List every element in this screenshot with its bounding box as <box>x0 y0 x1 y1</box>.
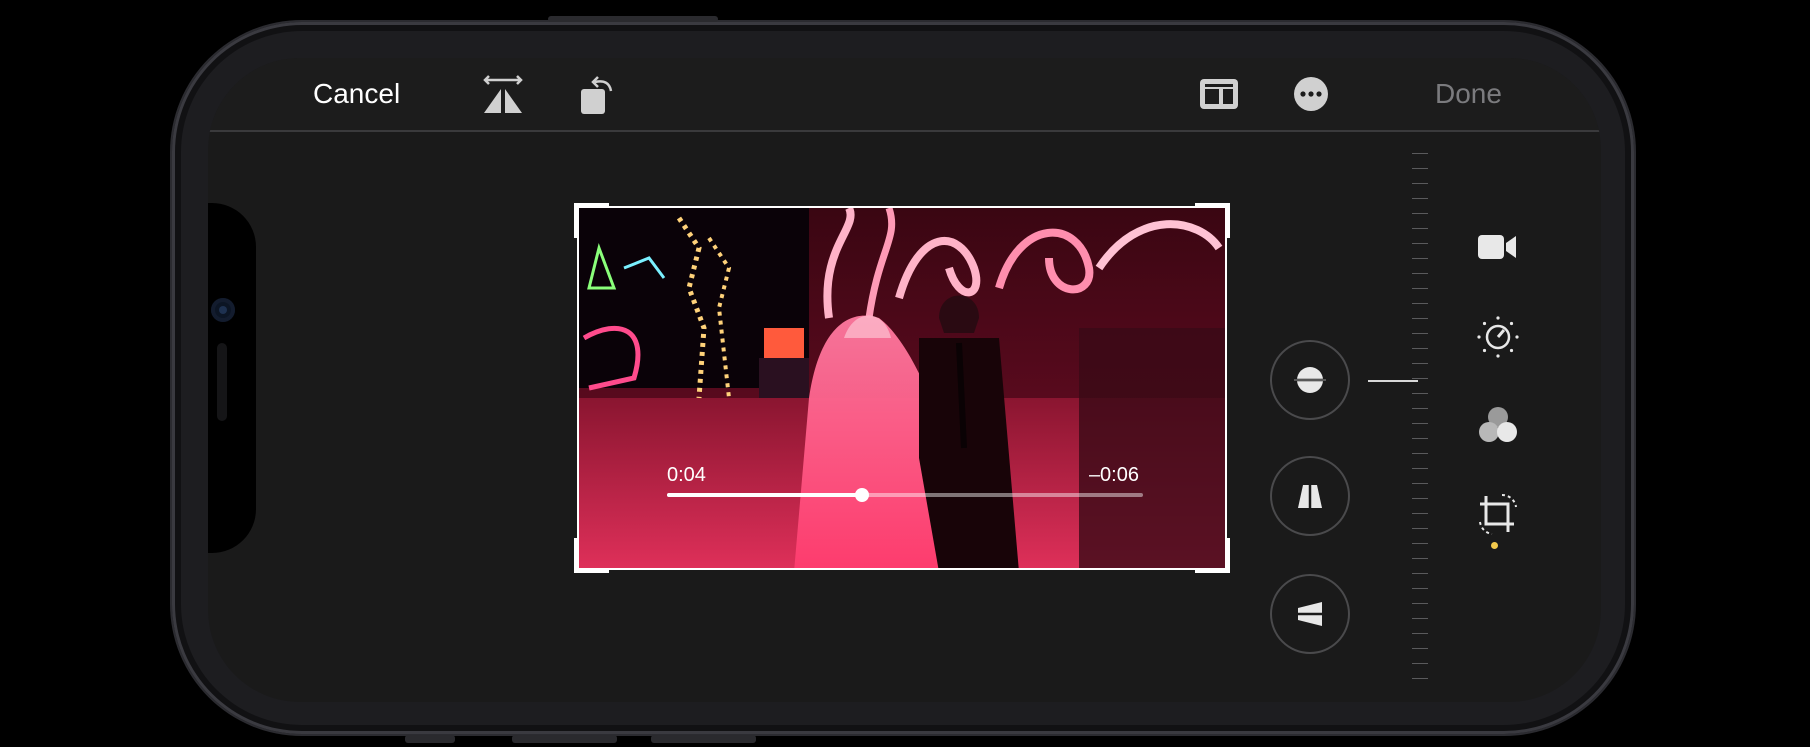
crop-handle-bottom-left[interactable] <box>574 538 609 573</box>
crop-handle-top-left[interactable] <box>574 203 609 238</box>
dial-tick <box>1412 213 1428 214</box>
phone-button <box>405 735 455 743</box>
video-frame <box>579 208 1225 568</box>
remaining-time: –0:06 <box>1088 464 1139 486</box>
dial-tick <box>1412 378 1428 379</box>
dial-tick <box>1412 453 1428 454</box>
dial-tick <box>1412 333 1428 334</box>
dial-tick <box>1412 663 1428 664</box>
crop-icon[interactable] <box>1476 492 1520 538</box>
dial-tick <box>1412 603 1428 604</box>
dial-tick <box>1412 573 1428 574</box>
dial-tick <box>1412 318 1428 319</box>
horizontal-perspective-button[interactable] <box>1270 574 1350 654</box>
filters-icon[interactable] <box>1476 404 1520 446</box>
crop-area[interactable]: 0:04 –0:06 <box>574 203 1230 573</box>
straighten-button[interactable] <box>1270 340 1350 420</box>
dial-tick <box>1412 483 1428 484</box>
horizontal-perspective-icon <box>1294 602 1326 626</box>
dial-tick <box>1412 168 1428 169</box>
active-mode-indicator <box>1491 542 1498 549</box>
crop-handle-top-right[interactable] <box>1195 203 1230 238</box>
adjustment-dial[interactable] <box>1398 153 1428 683</box>
scrubber-fill <box>667 493 863 497</box>
dial-tick <box>1412 468 1428 469</box>
dial-tick <box>1412 258 1428 259</box>
dial-tick <box>1412 588 1428 589</box>
dial-tick <box>1412 498 1428 499</box>
dial-tick <box>1412 648 1428 649</box>
dial-tick <box>1412 528 1428 529</box>
dial-tick <box>1412 438 1428 439</box>
phone-top-button <box>548 16 718 22</box>
dial-tick <box>1412 153 1428 154</box>
screen: Cancel Done 0:04 –0:06 <box>208 58 1601 702</box>
top-toolbar: Cancel Done <box>208 58 1601 130</box>
video-preview: 0:04 –0:06 <box>577 206 1227 570</box>
cancel-button[interactable]: Cancel <box>313 78 400 110</box>
dial-tick <box>1412 408 1428 409</box>
dial-tick <box>1412 363 1428 364</box>
dial-tick <box>1412 393 1428 394</box>
dial-tick <box>1412 243 1428 244</box>
adjust-icon[interactable] <box>1476 315 1520 359</box>
notch <box>208 203 256 553</box>
vertical-perspective-icon <box>1298 480 1322 512</box>
scrubber-track[interactable] <box>667 488 1143 502</box>
rotate-icon[interactable] <box>578 73 618 117</box>
dial-tick <box>1412 288 1428 289</box>
dial-tick <box>1412 618 1428 619</box>
front-camera <box>211 298 235 322</box>
dial-tick <box>1412 303 1428 304</box>
dial-tick <box>1412 423 1428 424</box>
speaker-grille <box>217 343 227 421</box>
more-icon[interactable] <box>1293 76 1329 112</box>
aspect-ratio-icon[interactable] <box>1198 76 1240 112</box>
toolbar-divider <box>208 130 1601 132</box>
straighten-icon <box>1290 367 1330 393</box>
dial-tick <box>1412 183 1428 184</box>
dial-tick <box>1412 678 1428 679</box>
phone-button <box>512 735 617 743</box>
dial-tick <box>1412 228 1428 229</box>
done-button[interactable]: Done <box>1435 78 1502 110</box>
phone-button <box>651 735 756 743</box>
dial-tick <box>1412 633 1428 634</box>
dial-indicator <box>1368 380 1418 382</box>
dial-tick <box>1412 513 1428 514</box>
dial-tick <box>1412 558 1428 559</box>
vertical-perspective-button[interactable] <box>1270 456 1350 536</box>
video-icon[interactable] <box>1476 230 1518 264</box>
elapsed-time: 0:04 <box>667 464 706 486</box>
dial-tick <box>1412 273 1428 274</box>
dial-tick <box>1412 543 1428 544</box>
dial-tick <box>1412 348 1428 349</box>
crop-handle-bottom-right[interactable] <box>1195 538 1230 573</box>
dial-tick <box>1412 198 1428 199</box>
flip-horizontal-icon[interactable] <box>481 75 525 115</box>
